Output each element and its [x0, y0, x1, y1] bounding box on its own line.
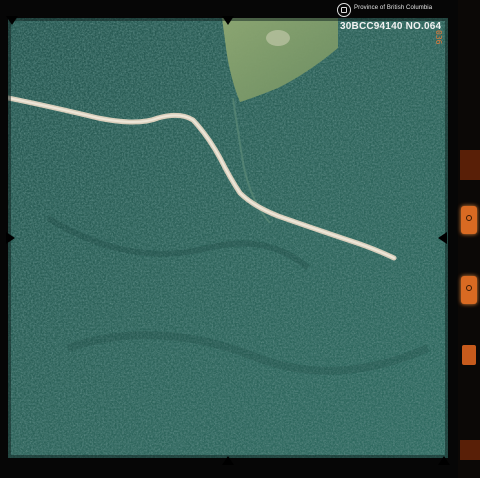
frame-id-label: 30BCC94140 NO.064: [340, 21, 442, 32]
strip-glow-1: [460, 150, 480, 180]
clearing-patch: [266, 30, 290, 46]
fiducial-top: [222, 16, 234, 25]
fiducial-left: [6, 232, 15, 244]
frame-sequence-label: 036: [434, 30, 443, 45]
bc-crest-icon: [337, 3, 351, 17]
fiducial-corner-tl: [6, 16, 18, 25]
altimeter-gauge-icon: [461, 206, 477, 234]
header-organization: Province of British Columbia: [354, 5, 433, 11]
fiducial-bottom: [222, 456, 234, 465]
fiducial-right: [438, 232, 447, 244]
counter-label: [462, 345, 476, 365]
aerial-terrain: [8, 18, 448, 458]
fiducial-corner-br: [438, 456, 450, 465]
strip-glow-2: [460, 440, 480, 460]
forest-highlights: [8, 18, 448, 458]
clock-gauge-icon: [461, 276, 477, 304]
aerial-photo: [8, 18, 448, 458]
instrument-strip: [458, 0, 480, 478]
film-frame: Province of British Columbia 30BCC94140 …: [0, 0, 480, 478]
